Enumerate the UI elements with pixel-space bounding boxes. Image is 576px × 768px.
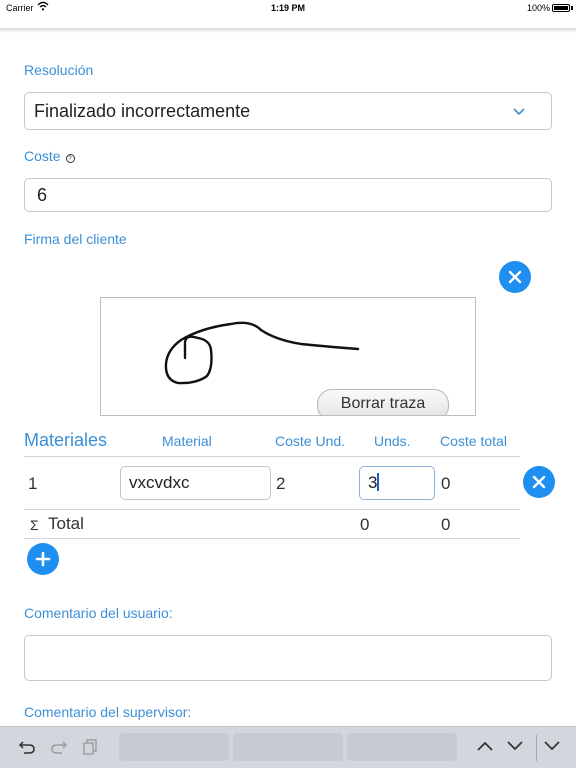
cost-label: Coste — [24, 148, 61, 164]
cost-input[interactable]: 6 — [24, 178, 552, 212]
resolution-select[interactable]: Finalizado incorrectamente — [24, 92, 552, 130]
unit-cost-value: 2 — [276, 474, 286, 493]
resolution-label: Resolución — [24, 62, 94, 78]
navigation-bar-divider — [0, 28, 576, 33]
cost-value: 6 — [37, 185, 48, 205]
material-value: vxcvdxc — [129, 473, 190, 492]
user-comment-input[interactable] — [24, 635, 552, 681]
suggestion-slot[interactable] — [347, 733, 457, 761]
redo-icon[interactable] — [50, 738, 68, 761]
sum-icon: Σ — [30, 517, 39, 533]
undo-icon[interactable] — [18, 738, 36, 761]
total-label: Total — [48, 514, 84, 533]
suggestion-slot[interactable] — [119, 733, 229, 761]
column-header-units: Unds. — [374, 433, 411, 449]
suggestion-slot[interactable] — [233, 733, 343, 761]
units-value: 3 — [368, 473, 378, 492]
row-index: 1 — [28, 474, 38, 493]
user-comment-label: Comentario del usuario: — [24, 605, 173, 621]
status-bar: Carrier 1:19 PM 100% — [0, 0, 576, 18]
close-icon — [532, 475, 546, 489]
help-icon[interactable]: ? — [65, 154, 75, 163]
table-divider — [24, 456, 520, 457]
add-material-button[interactable] — [27, 543, 59, 575]
battery-icon — [552, 4, 570, 12]
signature-pad[interactable]: Borrar traza — [100, 297, 476, 416]
units-input[interactable]: 3 — [359, 466, 435, 500]
add-icon — [35, 551, 51, 567]
signature-label: Firma del cliente — [24, 231, 127, 247]
column-header-total-cost: Coste total — [440, 433, 507, 449]
status-time: 1:19 PM — [270, 3, 305, 13]
clear-signature-close-button[interactable] — [499, 261, 531, 293]
cost-label-row: Coste? — [24, 148, 75, 164]
total-cost: 0 — [441, 515, 451, 534]
remove-row-button[interactable] — [523, 466, 555, 498]
total-cost-value: 0 — [441, 474, 451, 493]
chevron-down-icon[interactable] — [506, 739, 524, 758]
materials-title: Materiales — [24, 430, 108, 450]
total-units: 0 — [360, 515, 370, 534]
close-icon — [508, 270, 522, 284]
table-divider — [24, 509, 520, 510]
chevron-up-icon[interactable] — [476, 739, 494, 758]
keyboard-toolbar — [0, 726, 576, 768]
column-header-unit-cost: Coste Und. — [275, 433, 346, 449]
clear-signature-button[interactable]: Borrar traza — [317, 389, 449, 415]
paste-icon[interactable] — [82, 738, 98, 761]
table-divider — [24, 538, 520, 539]
supervisor-comment-label: Comentario del supervisor: — [24, 704, 192, 720]
keyboard-dismiss-icon[interactable] — [543, 739, 561, 758]
toolbar-separator — [536, 735, 537, 761]
resolution-value: Finalizado incorrectamente — [34, 101, 251, 121]
text-cursor — [377, 473, 380, 491]
battery-percent: 100% — [526, 3, 550, 13]
chevron-down-icon — [512, 102, 526, 123]
material-input[interactable]: vxcvdxc — [120, 466, 271, 500]
column-header-material: Material — [162, 433, 212, 449]
